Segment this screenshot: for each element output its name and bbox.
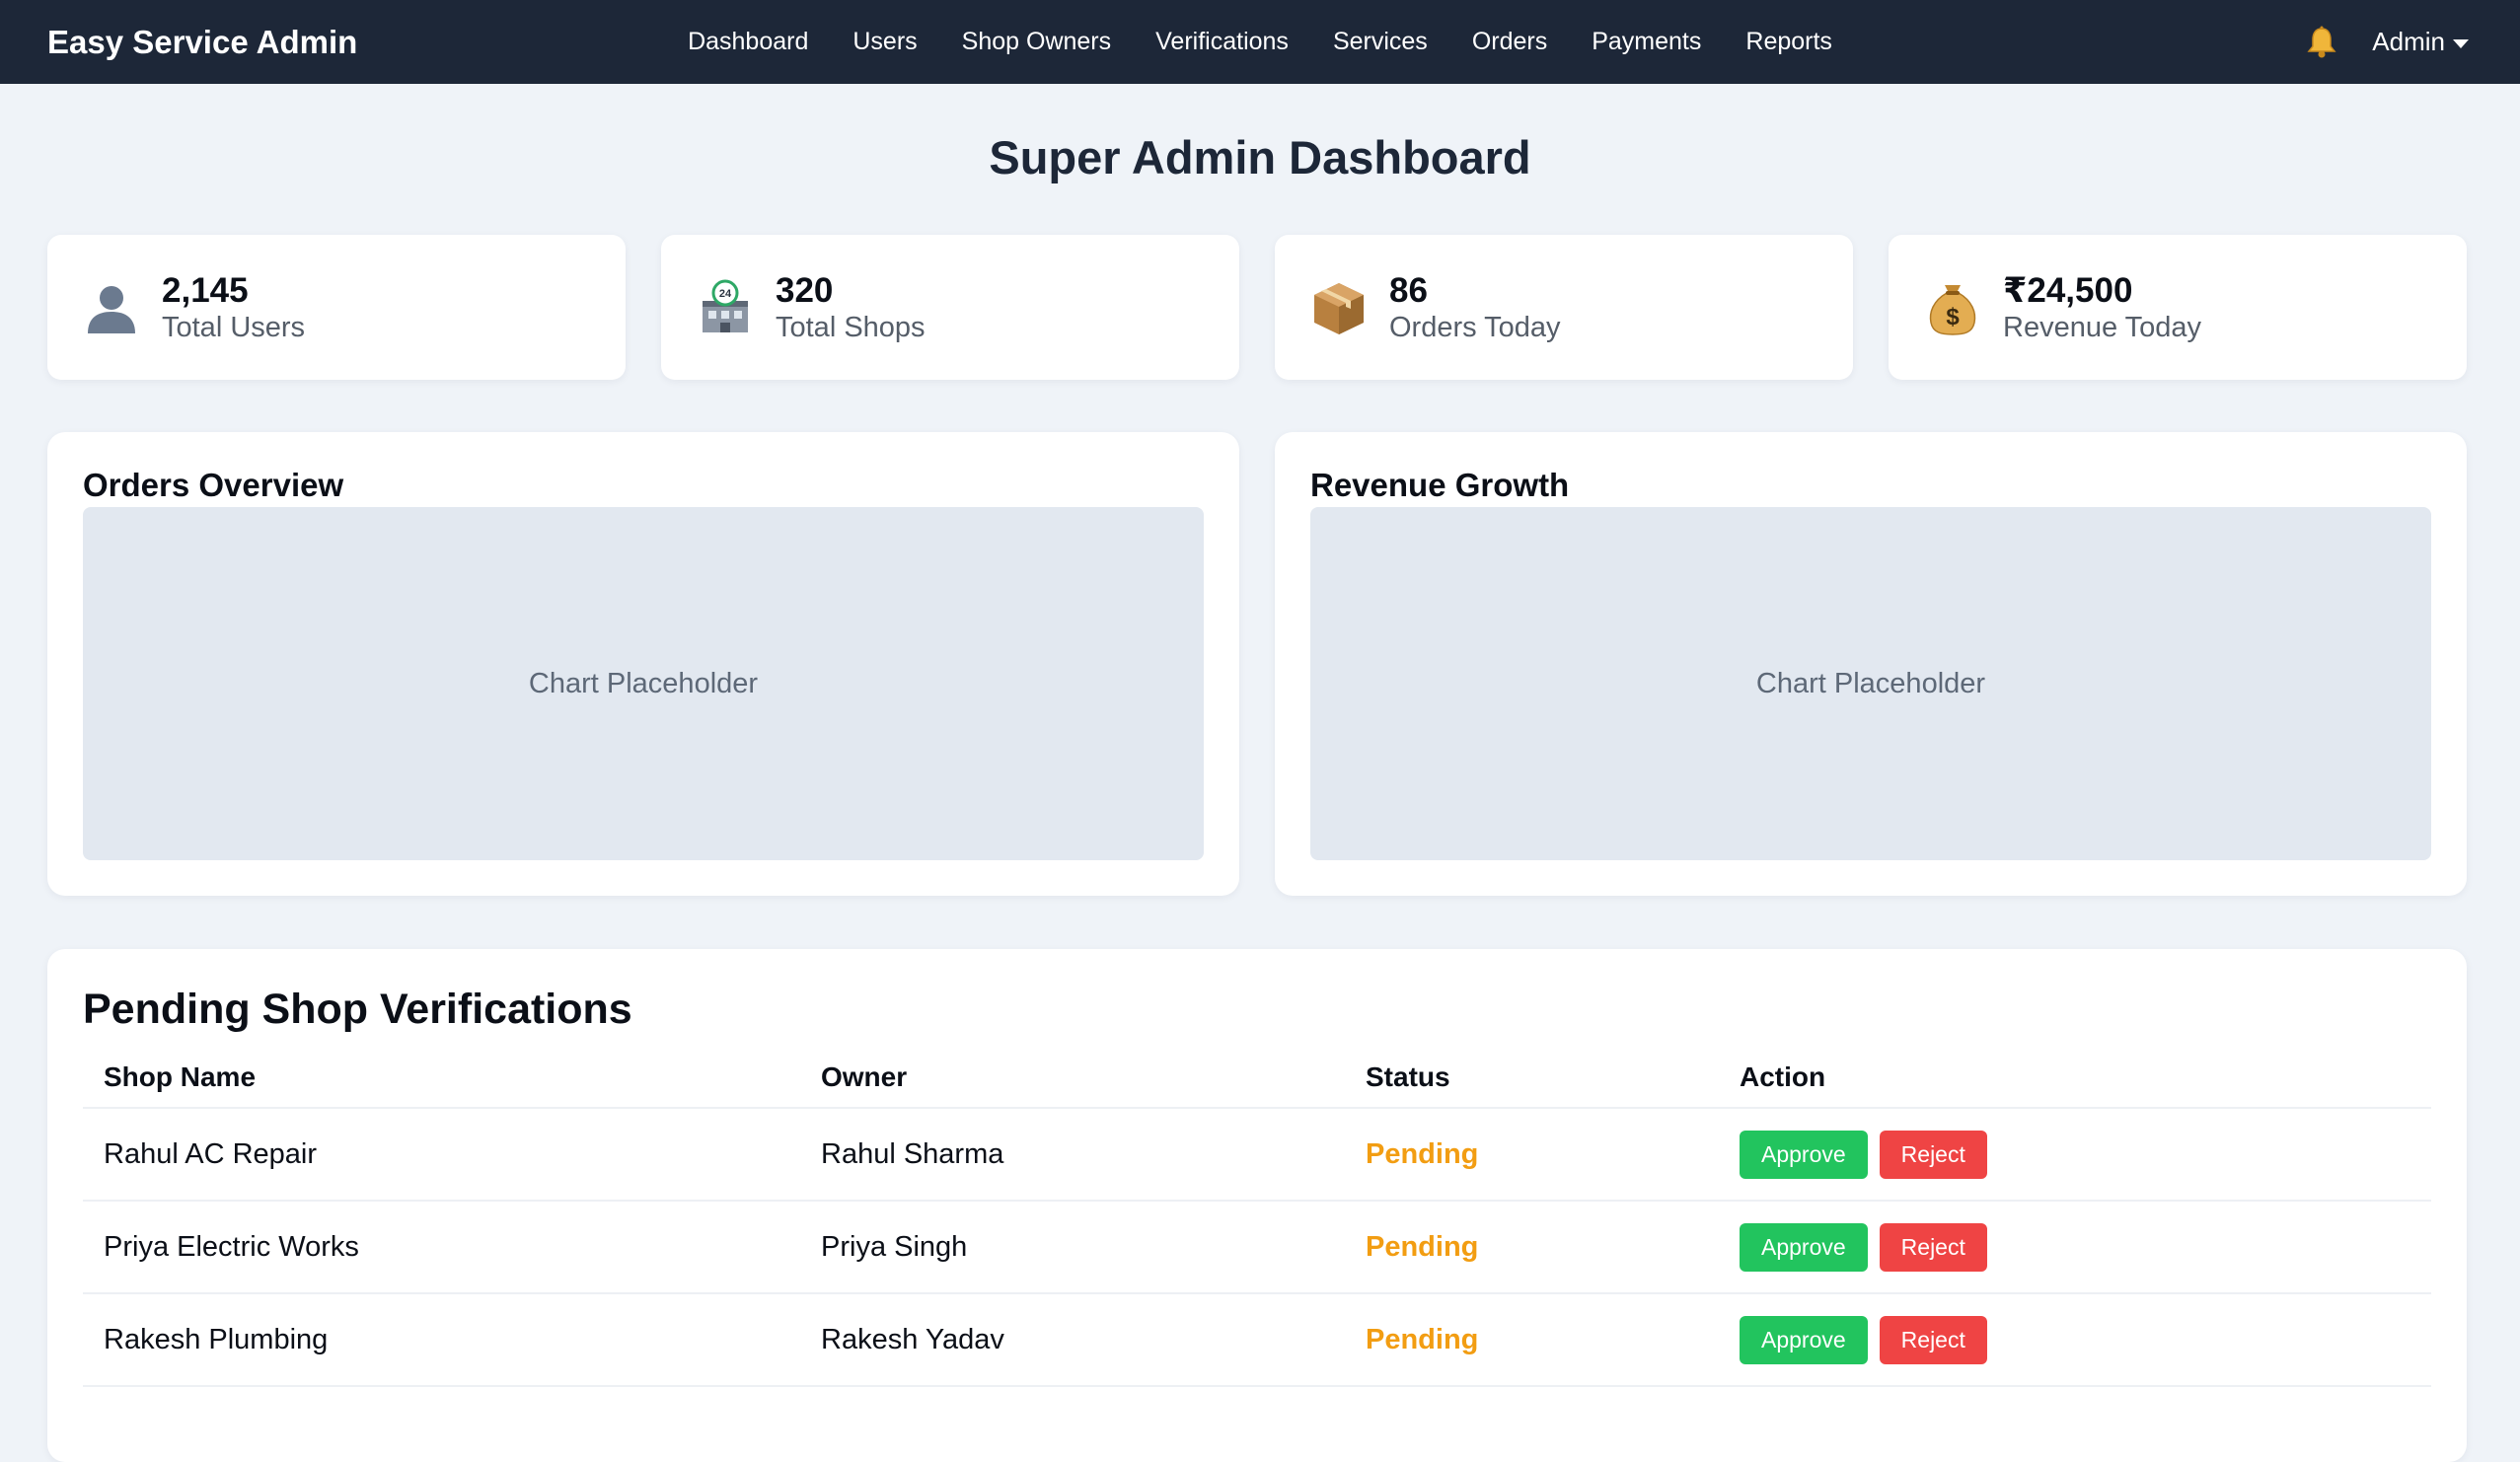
table-header-row: Shop Name Owner Status Action (83, 1048, 2431, 1109)
page-title: Super Admin Dashboard (989, 131, 1531, 183)
stat-value: ₹24,500 (2003, 270, 2133, 310)
shop-name-cell: Rakesh Plumbing (104, 1323, 329, 1355)
stat-card-revenue: $ ₹24,500 Revenue Today (1889, 235, 2467, 380)
admin-user-menu[interactable]: Admin (2372, 27, 2469, 57)
chart-title: Revenue Growth (1310, 467, 1570, 503)
action-cell: Approve Reject (1719, 1130, 2431, 1179)
column-header: Status (1366, 1061, 1450, 1092)
table-row: Rakesh Plumbing Rakesh Yadav Pending App… (83, 1294, 2431, 1387)
svg-text:24: 24 (719, 288, 732, 300)
revenue-growth-card: Revenue Growth Chart Placeholder (1275, 432, 2467, 896)
user-icon (81, 277, 142, 338)
nav-shop-owners[interactable]: Shop Owners (962, 28, 1111, 56)
action-cell: Approve Reject (1719, 1315, 2431, 1364)
reject-button[interactable]: Reject (1879, 1315, 1987, 1364)
column-header: Owner (821, 1061, 908, 1092)
nav-verifications[interactable]: Verifications (1155, 28, 1289, 56)
reject-button[interactable]: Reject (1879, 1222, 1987, 1272)
orders-overview-card: Orders Overview Chart Placeholder (47, 432, 1239, 896)
main-nav: Dashboard Users Shop Owners Verification… (0, 0, 2520, 84)
stat-card-users: 2,145 Total Users (47, 235, 626, 380)
nav-dashboard[interactable]: Dashboard (688, 28, 808, 56)
stat-value: 2,145 (162, 270, 249, 310)
pending-verifications-card: Pending Shop Verifications Shop Name Own… (47, 949, 2467, 1462)
owner-cell: Rahul Sharma (821, 1137, 1004, 1170)
stat-card-shops: 24 320 Total Shops (661, 235, 1239, 380)
section-title: Pending Shop Verifications (83, 986, 632, 1033)
status-badge: Pending (1366, 1230, 1479, 1263)
nav-reports[interactable]: Reports (1745, 28, 1832, 56)
charts-row: Orders Overview Chart Placeholder Revenu… (47, 432, 2467, 896)
table-row: Priya Electric Works Priya Singh Pending… (83, 1202, 2431, 1294)
stat-value: 86 (1389, 270, 1428, 310)
admin-menu-label: Admin (2372, 27, 2445, 56)
nav-users[interactable]: Users (852, 28, 917, 56)
column-header: Shop Name (104, 1061, 257, 1092)
owner-cell: Rakesh Yadav (821, 1323, 1004, 1355)
money-bag-icon: $ (1922, 277, 1983, 338)
stat-card-orders: 86 Orders Today (1275, 235, 1853, 380)
status-badge: Pending (1366, 1323, 1479, 1355)
stat-label: Orders Today (1389, 311, 1561, 343)
nav-payments[interactable]: Payments (1592, 28, 1701, 56)
bell-icon[interactable] (2307, 26, 2336, 59)
shop-name-cell: Rahul AC Repair (104, 1137, 317, 1170)
stat-label: Total Shops (776, 311, 926, 343)
verifications-table: Shop Name Owner Status Action Rahul AC R… (83, 1048, 2431, 1387)
stat-label: Revenue Today (2003, 311, 2202, 343)
stat-value: 320 (776, 270, 834, 310)
reject-button[interactable]: Reject (1879, 1130, 1987, 1179)
stat-label: Total Users (162, 311, 306, 343)
approve-button[interactable]: Approve (1740, 1130, 1868, 1179)
owner-cell: Priya Singh (821, 1230, 968, 1263)
approve-button[interactable]: Approve (1740, 1315, 1868, 1364)
shop-name-cell: Priya Electric Works (104, 1230, 359, 1263)
chevron-down-icon (2453, 39, 2469, 48)
table-row: Rahul AC Repair Rahul Sharma Pending App… (83, 1109, 2431, 1202)
chart-title: Orders Overview (83, 467, 344, 503)
topbar-right: Admin (2307, 0, 2469, 84)
status-badge: Pending (1366, 1137, 1479, 1170)
chart-placeholder: Chart Placeholder (83, 507, 1204, 860)
column-header: Action (1740, 1061, 1826, 1092)
chart-placeholder: Chart Placeholder (1310, 507, 2431, 860)
package-icon (1308, 277, 1370, 338)
action-cell: Approve Reject (1719, 1222, 2431, 1272)
nav-services[interactable]: Services (1333, 28, 1428, 56)
svg-text:$: $ (1946, 304, 1960, 330)
top-navbar: Easy Service Admin Dashboard Users Shop … (0, 0, 2520, 84)
stats-row: 2,145 Total Users 24 320 Total Shops 86 … (47, 235, 2467, 380)
shop-icon: 24 (695, 277, 756, 338)
approve-button[interactable]: Approve (1740, 1222, 1868, 1272)
nav-orders[interactable]: Orders (1472, 28, 1547, 56)
brand-logo-text[interactable]: Easy Service Admin (47, 0, 357, 84)
